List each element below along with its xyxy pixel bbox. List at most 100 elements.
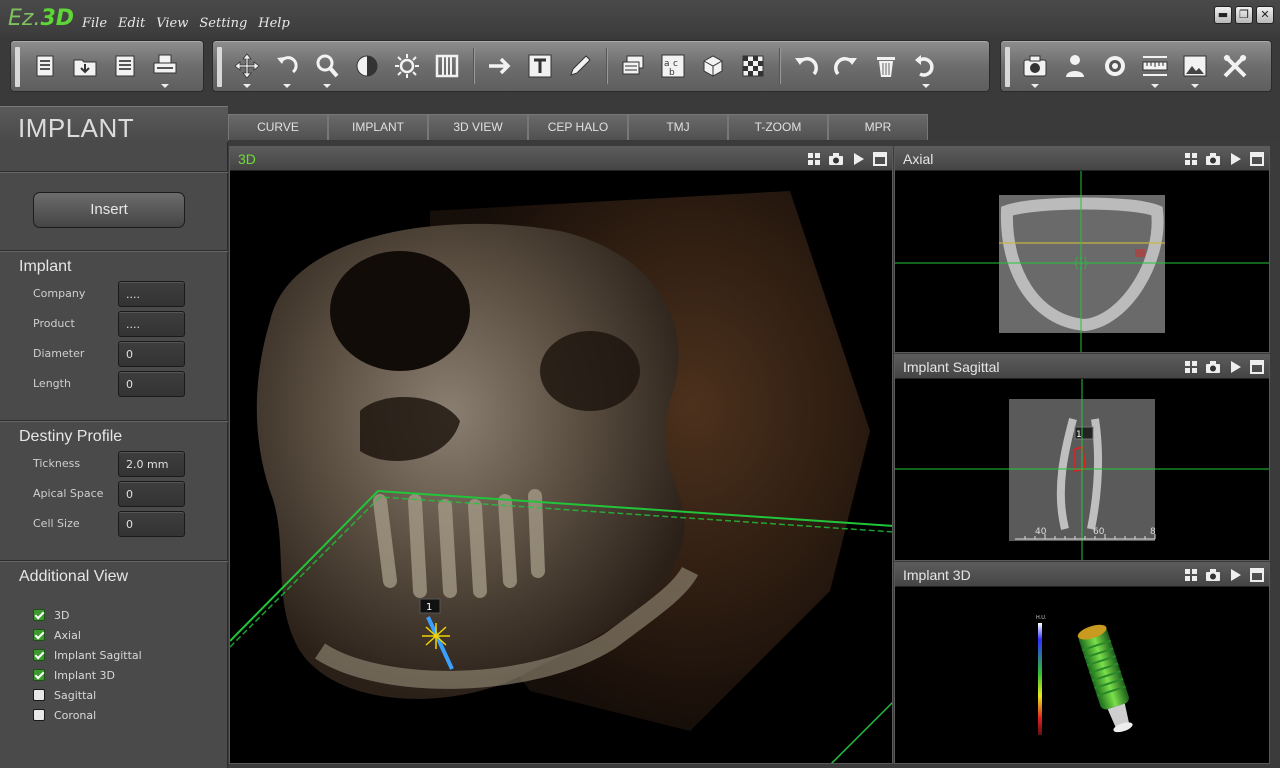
contrast-icon[interactable] xyxy=(347,46,387,86)
menu-setting[interactable]: Setting xyxy=(199,16,256,31)
menu-view[interactable]: View xyxy=(156,16,197,31)
viewport-implant-sagittal[interactable]: Implant Sagittal 1 40 60 8 xyxy=(894,354,1270,561)
checkbox[interactable] xyxy=(33,689,45,701)
view-toggle-sagittal[interactable]: Sagittal xyxy=(33,687,96,703)
camera-icon[interactable] xyxy=(1205,359,1221,375)
length-field[interactable]: 0 xyxy=(118,371,185,397)
maximize-icon[interactable] xyxy=(1249,151,1265,167)
product-field[interactable]: .... xyxy=(118,311,185,337)
menu-help[interactable]: Help xyxy=(258,16,299,31)
measure-icon[interactable] xyxy=(1135,46,1175,88)
reset-icon[interactable] xyxy=(906,46,946,88)
tab-mpr[interactable]: MPR xyxy=(828,114,928,140)
tab-3d-view[interactable]: 3D VIEW xyxy=(428,114,528,140)
viewport-implant-3d[interactable]: Implant 3D H.U. xyxy=(894,562,1270,764)
tools-icon[interactable] xyxy=(1215,46,1255,86)
sagittal-slice-image: 1 40 60 8 xyxy=(895,379,1269,560)
play-icon[interactable] xyxy=(1227,359,1243,375)
toolbar-grip[interactable] xyxy=(1005,47,1010,87)
checker-icon[interactable] xyxy=(733,46,773,86)
layout-grid-icon[interactable] xyxy=(1183,567,1199,583)
save-icon[interactable] xyxy=(105,46,145,86)
viewport-header: Implant 3D xyxy=(895,563,1269,587)
layout-grid-icon[interactable] xyxy=(806,151,822,167)
additional-view-section: Additional View 3D Axial Implant Sagitta… xyxy=(0,560,228,768)
checkbox[interactable] xyxy=(33,669,45,681)
toolbar-separator xyxy=(606,48,607,84)
view-toggle-implant-sagittal[interactable]: Implant Sagittal xyxy=(33,647,142,663)
viewport-title: Implant Sagittal xyxy=(903,359,1000,375)
tab-curve[interactable]: CURVE xyxy=(228,114,328,140)
viewport-header: Implant Sagittal xyxy=(895,355,1269,379)
restore-button[interactable]: ❐ xyxy=(1235,6,1253,24)
cube-icon[interactable] xyxy=(693,46,733,86)
menu-file[interactable]: File xyxy=(82,16,116,31)
redo-icon[interactable] xyxy=(826,46,866,86)
svg-text:b: b xyxy=(669,68,675,78)
camera-icon[interactable] xyxy=(1015,46,1055,88)
view-toggle-axial[interactable]: Axial xyxy=(33,627,81,643)
cell-size-field[interactable]: 0 xyxy=(118,511,185,537)
window-level-icon[interactable] xyxy=(427,46,467,86)
header-row: IMPLANT CURVE IMPLANT 3D VIEW CEP HALO T… xyxy=(0,96,1280,143)
checkbox[interactable] xyxy=(33,709,45,721)
apical-space-field[interactable]: 0 xyxy=(118,481,185,507)
tab-implant[interactable]: IMPLANT xyxy=(328,114,428,140)
minimize-button[interactable]: ▬ xyxy=(1214,6,1232,24)
length-row: Length 0 xyxy=(33,371,193,397)
move-icon[interactable] xyxy=(227,46,267,88)
new-file-icon[interactable] xyxy=(25,46,65,86)
rotate-icon[interactable] xyxy=(267,46,307,88)
checkbox[interactable] xyxy=(33,629,45,641)
spellcheck-icon[interactable]: acb xyxy=(653,46,693,86)
brightness-icon[interactable] xyxy=(387,46,427,86)
person-icon[interactable] xyxy=(1055,46,1095,86)
target-icon[interactable] xyxy=(1095,46,1135,86)
diameter-field[interactable]: 0 xyxy=(118,341,185,367)
company-field[interactable]: .... xyxy=(118,281,185,307)
close-button[interactable]: ✕ xyxy=(1256,6,1274,24)
camera-icon[interactable] xyxy=(1205,151,1221,167)
undo-icon[interactable] xyxy=(786,46,826,86)
view-toggle-3d[interactable]: 3D xyxy=(33,607,69,623)
layout-grid-icon[interactable] xyxy=(1183,151,1199,167)
checkbox[interactable] xyxy=(33,649,45,661)
viewport-3d[interactable]: 3D 1 xyxy=(229,146,893,764)
text-icon[interactable] xyxy=(520,46,560,86)
ruler-label: 40 xyxy=(1035,527,1047,537)
zoom-icon[interactable] xyxy=(307,46,347,88)
tab-cep-halo[interactable]: CEP HALO xyxy=(528,114,628,140)
checkbox[interactable] xyxy=(33,609,45,621)
layout-grid-icon[interactable] xyxy=(1183,359,1199,375)
maximize-icon[interactable] xyxy=(1249,359,1265,375)
sagittal-image: 1 40 60 8 xyxy=(895,379,1269,560)
menu-edit[interactable]: Edit xyxy=(118,16,154,31)
camera-icon[interactable] xyxy=(1205,567,1221,583)
play-icon[interactable] xyxy=(1227,151,1243,167)
camera-icon[interactable] xyxy=(828,151,844,167)
play-icon[interactable] xyxy=(850,151,866,167)
tab-tmj[interactable]: TMJ xyxy=(628,114,728,140)
print-icon[interactable] xyxy=(145,46,185,88)
delete-icon[interactable] xyxy=(866,46,906,86)
tab-bar: CURVE IMPLANT 3D VIEW CEP HALO TMJ T-ZOO… xyxy=(228,114,928,140)
pencil-icon[interactable] xyxy=(560,46,600,86)
implant-marker-label: 1 xyxy=(1076,430,1082,440)
arrow-icon[interactable] xyxy=(480,46,520,86)
toolbar-grip[interactable] xyxy=(217,47,222,87)
image-icon[interactable] xyxy=(1175,46,1215,88)
toolbar-grip[interactable] xyxy=(15,47,20,87)
insert-button[interactable]: Insert xyxy=(33,192,185,228)
maximize-icon[interactable] xyxy=(872,151,888,167)
thickness-field[interactable]: 2.0 mm xyxy=(118,451,185,477)
tab-t-zoom[interactable]: T-ZOOM xyxy=(728,114,828,140)
toolbar-separator xyxy=(779,48,780,84)
maximize-icon[interactable] xyxy=(1249,567,1265,583)
viewport-axial[interactable]: Axial xyxy=(894,146,1270,353)
density-heading: Destiny Profile xyxy=(19,428,123,445)
view-toggle-coronal[interactable]: Coronal xyxy=(33,707,96,723)
open-folder-icon[interactable] xyxy=(65,46,105,86)
view-toggle-implant-3d[interactable]: Implant 3D xyxy=(33,667,115,683)
play-icon[interactable] xyxy=(1227,567,1243,583)
layers-icon[interactable] xyxy=(613,46,653,86)
